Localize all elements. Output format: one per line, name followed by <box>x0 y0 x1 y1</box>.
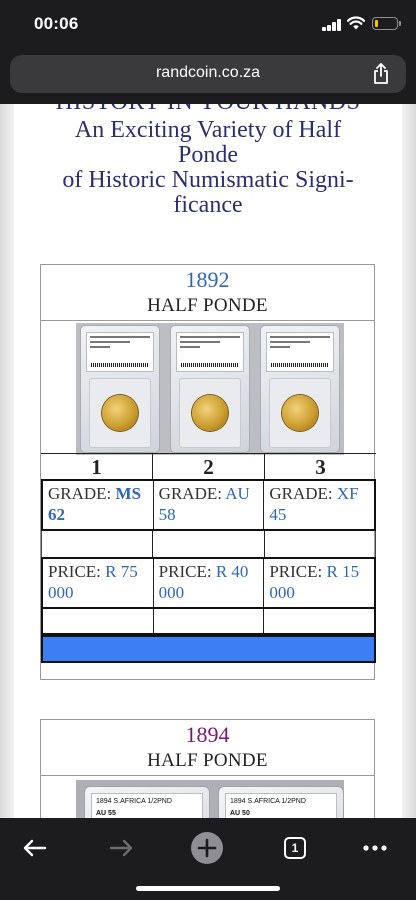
card-year: 1892 <box>185 267 230 292</box>
tab-count: 1 <box>284 837 306 859</box>
grade-cell: GRADE: MS 62 <box>43 481 154 529</box>
coin-image <box>192 395 228 431</box>
grade-cell: GRADE: AU 58 <box>154 481 265 529</box>
coin-image <box>282 395 318 431</box>
price-value: 000 <box>48 583 74 602</box>
heading-line: An Exciting Variety of Half <box>74 117 342 143</box>
grade-value: XF <box>336 484 359 503</box>
grade-label: GRADE: <box>48 484 112 503</box>
heading-line: of Historic Numismatic Signi- <box>62 167 354 193</box>
coin-slab-1[interactable]: 1894 S.AFRICA 1/2PND AU 55 <box>84 786 210 818</box>
column-number: 1 <box>41 454 153 479</box>
price-label: PRICE: <box>48 562 101 581</box>
grade-value: 45 <box>269 505 287 524</box>
empty-row <box>41 609 376 635</box>
new-tab-plus-icon[interactable] <box>187 828 227 868</box>
price-value: 000 <box>269 583 295 602</box>
card-subtitle: HALF PONDE <box>147 295 268 316</box>
grade-value: 58 <box>158 505 176 524</box>
coin-slab-2[interactable] <box>170 325 250 453</box>
price-cell: PRICE: R 15 000 <box>264 559 374 607</box>
price-row: PRICE: R 75 000 PRICE: R 40 000 PRICE: R… <box>41 557 376 609</box>
coin-slabs-image[interactable] <box>76 323 344 455</box>
product-card-1892: 1892 HALF PONDE 1 2 3 GRADE: MS 62 GRADE… <box>40 264 376 680</box>
empty-row <box>41 531 376 557</box>
back-arrow-icon[interactable] <box>15 828 55 868</box>
share-icon[interactable] <box>372 63 390 85</box>
price-value: R 15 <box>326 562 360 581</box>
coin-slabs-image[interactable]: 1894 S.AFRICA 1/2PND AU 55 1894 S.AFRICA… <box>76 780 344 818</box>
divider <box>41 320 374 321</box>
grade-value: AU <box>225 484 250 503</box>
grade-row: GRADE: MS 62 GRADE: AU 58 GRADE: XF 45 <box>41 479 376 531</box>
slab-label <box>266 332 334 372</box>
grade-value: MS <box>115 484 142 503</box>
blue-action-bar[interactable] <box>41 635 376 663</box>
browser-top-chrome: 00:06 randcoin.co.za <box>0 0 416 104</box>
grade-label: GRADE: <box>158 484 222 503</box>
home-indicator <box>136 886 280 891</box>
column-number: 2 <box>153 454 265 479</box>
price-cell: PRICE: R 40 000 <box>154 559 265 607</box>
price-label: PRICE: <box>269 562 323 581</box>
battery-icon <box>372 17 401 30</box>
slab-label <box>86 332 154 372</box>
price-value: R 75 <box>105 562 138 581</box>
coin-slab-3[interactable] <box>260 325 340 453</box>
heading-top-cut: HISTORY IN YOUR HANDS <box>24 104 392 115</box>
price-cell: PRICE: R 75 000 <box>43 559 154 607</box>
heading-line: Ponde <box>178 142 238 168</box>
price-value: R 40 <box>215 562 249 581</box>
card-year: 1894 <box>185 722 230 747</box>
grade-value: 62 <box>48 505 65 524</box>
price-label: PRICE: <box>158 562 212 581</box>
heading-line: ficance <box>173 192 243 218</box>
grade-cell: GRADE: XF 45 <box>264 481 374 529</box>
grade-label: GRADE: <box>269 484 333 503</box>
status-bar: 00:06 <box>0 0 416 50</box>
wifi-icon <box>347 16 365 30</box>
coin-slab-2[interactable]: 1894 S.AFRICA 1/2PND AU 50 <box>218 786 344 818</box>
column-number-row: 1 2 3 <box>41 453 376 479</box>
status-time: 00:06 <box>34 14 79 33</box>
url-text[interactable]: randcoin.co.za <box>10 64 406 82</box>
slab-label <box>176 332 244 372</box>
slab-label-text: 1894 S.AFRICA 1/2PND <box>96 798 172 805</box>
more-dots-icon[interactable] <box>355 828 395 868</box>
coin-image <box>102 395 138 431</box>
web-page[interactable]: HISTORY IN YOUR HANDS An Exciting Variet… <box>0 104 416 818</box>
slab-grade: AU 50 <box>230 810 250 817</box>
page-heading: An Exciting Variety of Half Ponde of His… <box>24 118 392 218</box>
divider <box>41 775 374 776</box>
browser-toolbar: 1 <box>0 818 416 900</box>
price-value: 000 <box>158 583 185 602</box>
product-card-1894: 1894 HALF PONDE 1894 S.AFRICA 1/2PND AU … <box>40 719 375 818</box>
tabs-counter-icon[interactable]: 1 <box>275 828 315 868</box>
forward-arrow-icon[interactable] <box>101 828 141 868</box>
slab-grade: AU 55 <box>96 810 116 817</box>
coin-slab-1[interactable] <box>80 325 160 453</box>
column-number: 3 <box>315 455 326 479</box>
address-bar[interactable]: randcoin.co.za <box>10 55 406 93</box>
card-subtitle: HALF PONDE <box>147 750 268 771</box>
slab-label-text: 1894 S.AFRICA 1/2PND <box>230 798 306 805</box>
cellular-signal-icon <box>322 19 342 31</box>
